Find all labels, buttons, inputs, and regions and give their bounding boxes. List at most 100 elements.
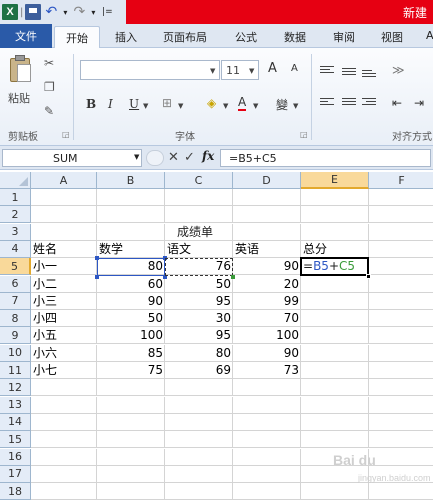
row-header-3[interactable]: 3 xyxy=(0,223,31,241)
cell[interactable] xyxy=(301,292,369,310)
tab-more[interactable]: A xyxy=(426,29,433,42)
row-header-11[interactable]: 11 xyxy=(0,362,31,379)
reference-handle[interactable] xyxy=(231,274,235,279)
score-cell[interactable]: 95 xyxy=(165,293,233,310)
cell[interactable] xyxy=(301,275,369,293)
cell[interactable] xyxy=(369,276,433,293)
copy-icon[interactable]: ❐ xyxy=(44,80,55,94)
tab-view[interactable]: 视图 xyxy=(381,29,403,45)
row-header-12[interactable]: 12 xyxy=(0,379,31,397)
cell[interactable] xyxy=(233,223,301,241)
paste-button-label[interactable]: 粘贴 xyxy=(8,90,30,106)
shrink-font-button[interactable]: A xyxy=(291,63,298,74)
active-cell-e5[interactable]: =B5+C5 xyxy=(300,257,369,277)
name-cell[interactable]: 小二 xyxy=(31,276,97,293)
score-cell[interactable]: 30 xyxy=(165,310,233,327)
reference-handle[interactable] xyxy=(95,274,99,279)
cell[interactable] xyxy=(301,223,369,241)
tab-insert[interactable]: 插入 xyxy=(115,29,137,45)
cut-icon[interactable]: ✂ xyxy=(44,56,54,70)
name-cell[interactable]: 小五 xyxy=(31,327,97,344)
cell[interactable] xyxy=(165,379,233,397)
row-header-2[interactable]: 2 xyxy=(0,206,31,224)
score-cell[interactable]: 100 xyxy=(233,327,301,344)
score-cell[interactable]: 69 xyxy=(165,362,233,379)
row-header-8[interactable]: 8 xyxy=(0,310,31,328)
cell[interactable] xyxy=(369,414,433,431)
score-cell[interactable]: 76 xyxy=(165,258,233,275)
font-color-button[interactable]: A xyxy=(238,96,247,111)
save-icon[interactable] xyxy=(25,4,42,20)
cell[interactable] xyxy=(165,189,233,206)
cell[interactable] xyxy=(165,483,233,500)
row-header-4[interactable]: 4 xyxy=(0,240,31,258)
paste-icon[interactable] xyxy=(8,54,34,84)
cell[interactable] xyxy=(31,483,97,500)
phonetic-dropdown-icon[interactable]: ▼ xyxy=(293,102,298,110)
row-header-5[interactable]: 5 xyxy=(0,258,31,276)
decrease-indent-button[interactable]: ⇤ xyxy=(392,96,402,110)
bold-button[interactable]: B xyxy=(86,97,96,111)
format-painter-icon[interactable]: ✎ xyxy=(44,104,54,118)
select-all-corner[interactable] xyxy=(0,172,31,189)
cell[interactable] xyxy=(301,310,369,328)
cell[interactable] xyxy=(369,483,433,500)
row-header-1[interactable]: 1 xyxy=(0,189,31,206)
align-top-icon[interactable] xyxy=(320,66,334,77)
cell[interactable] xyxy=(97,465,165,483)
cell[interactable] xyxy=(233,448,301,466)
cell[interactable] xyxy=(31,465,97,483)
cell[interactable] xyxy=(31,413,97,431)
formula-input[interactable]: =B5+C5 xyxy=(220,149,431,167)
redo-icon[interactable]: ↷ xyxy=(71,4,87,20)
header-cell[interactable]: 英语 xyxy=(233,241,301,258)
cell[interactable] xyxy=(369,293,433,310)
cell[interactable] xyxy=(301,396,369,414)
align-left-icon[interactable] xyxy=(320,98,334,109)
cell[interactable] xyxy=(233,379,301,397)
cell[interactable] xyxy=(301,189,369,206)
row-header-17[interactable]: 17 xyxy=(0,465,31,483)
header-cell[interactable]: 姓名 xyxy=(31,241,97,258)
cell[interactable] xyxy=(233,206,301,224)
row-header-6[interactable]: 6 xyxy=(0,275,31,293)
name-cell[interactable]: 小一 xyxy=(31,258,97,275)
cell[interactable] xyxy=(165,206,233,224)
align-bottom-icon[interactable] xyxy=(362,70,376,81)
name-box-dropdown-icon[interactable]: ▼ xyxy=(134,153,139,161)
cell[interactable] xyxy=(31,431,97,449)
cell[interactable] xyxy=(369,397,433,414)
redo-dropdown-icon[interactable]: ▾ xyxy=(89,4,97,20)
tab-page-layout[interactable]: 页面布局 xyxy=(163,29,207,45)
cell[interactable] xyxy=(369,362,433,379)
score-cell[interactable]: 60 xyxy=(97,276,165,293)
tab-file[interactable]: 文件 xyxy=(0,24,52,48)
score-cell[interactable]: 73 xyxy=(233,362,301,379)
customize-qat-icon[interactable]: |= xyxy=(99,4,115,20)
column-header-e[interactable]: E xyxy=(301,172,369,189)
cell[interactable] xyxy=(369,189,433,206)
reference-handle[interactable] xyxy=(95,256,99,261)
phonetic-button[interactable]: 變 xyxy=(276,96,288,113)
cell[interactable] xyxy=(233,431,301,449)
row-header-10[interactable]: 10 xyxy=(0,344,31,362)
border-dropdown-icon[interactable]: ▼ xyxy=(178,102,183,110)
name-box[interactable]: SUM xyxy=(2,149,142,167)
underline-dropdown-icon[interactable]: ▼ xyxy=(143,102,148,110)
cell[interactable] xyxy=(165,465,233,483)
undo-icon[interactable]: ↶ xyxy=(43,4,59,20)
undo-dropdown-icon[interactable]: ▾ xyxy=(61,4,69,20)
cell[interactable] xyxy=(165,396,233,414)
cell[interactable] xyxy=(301,206,369,224)
tab-review[interactable]: 审阅 xyxy=(333,29,355,45)
cell[interactable] xyxy=(233,483,301,500)
cell[interactable] xyxy=(31,396,97,414)
row-header-18[interactable]: 18 xyxy=(0,483,31,500)
column-header-a[interactable]: A xyxy=(31,172,97,189)
score-cell[interactable]: 95 xyxy=(165,327,233,344)
name-cell[interactable]: 小三 xyxy=(31,293,97,310)
cell[interactable] xyxy=(233,413,301,431)
cell[interactable] xyxy=(97,379,165,397)
grow-font-button[interactable]: A xyxy=(268,61,277,76)
cell[interactable] xyxy=(233,189,301,206)
